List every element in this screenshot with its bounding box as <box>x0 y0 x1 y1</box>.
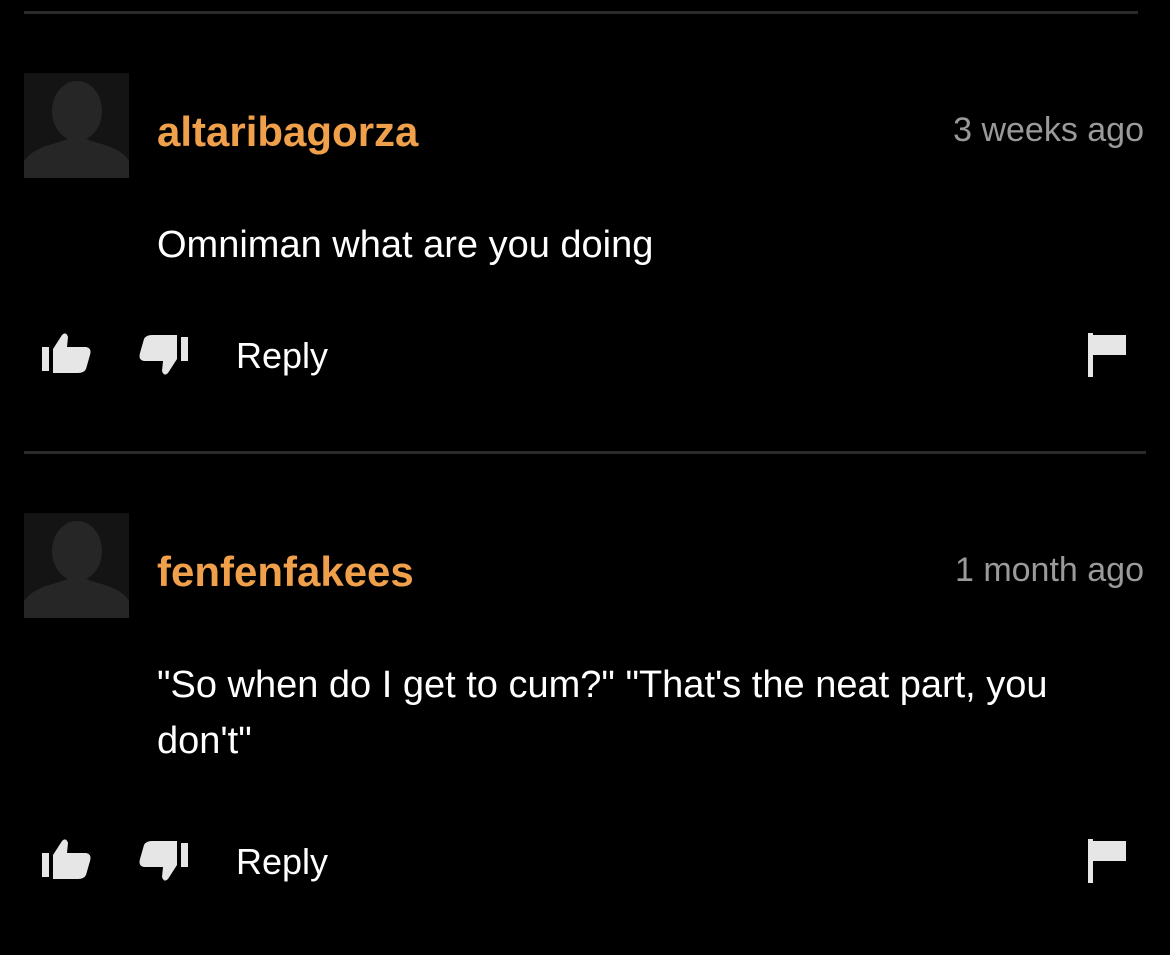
default-user-icon <box>24 513 129 618</box>
thumbs-up-icon[interactable] <box>40 837 94 887</box>
default-user-icon <box>24 73 129 178</box>
thumbs-down-icon[interactable] <box>136 837 190 887</box>
avatar[interactable] <box>24 513 129 618</box>
comment-divider <box>24 451 1146 454</box>
top-divider <box>24 11 1138 14</box>
flag-icon[interactable] <box>1086 837 1130 887</box>
comment-text: Omniman what are you doing <box>157 224 654 266</box>
comment-username[interactable]: fenfenfakees <box>157 547 414 597</box>
comment-actions: Reply <box>0 837 1170 887</box>
avatar[interactable] <box>24 73 129 178</box>
comment-actions: Reply <box>0 331 1170 381</box>
comment-username[interactable]: altaribagorza <box>157 107 418 157</box>
reply-button[interactable]: Reply <box>236 335 328 377</box>
thumbs-down-icon[interactable] <box>136 331 190 381</box>
thumbs-up-icon[interactable] <box>40 331 94 381</box>
reply-button[interactable]: Reply <box>236 841 328 883</box>
comment-timestamp: 1 month ago <box>954 551 1144 589</box>
comment-text: "So when do I get to cum?" "That's the n… <box>157 664 1048 762</box>
comment-timestamp: 3 weeks ago <box>953 111 1144 149</box>
flag-icon[interactable] <box>1086 331 1130 381</box>
